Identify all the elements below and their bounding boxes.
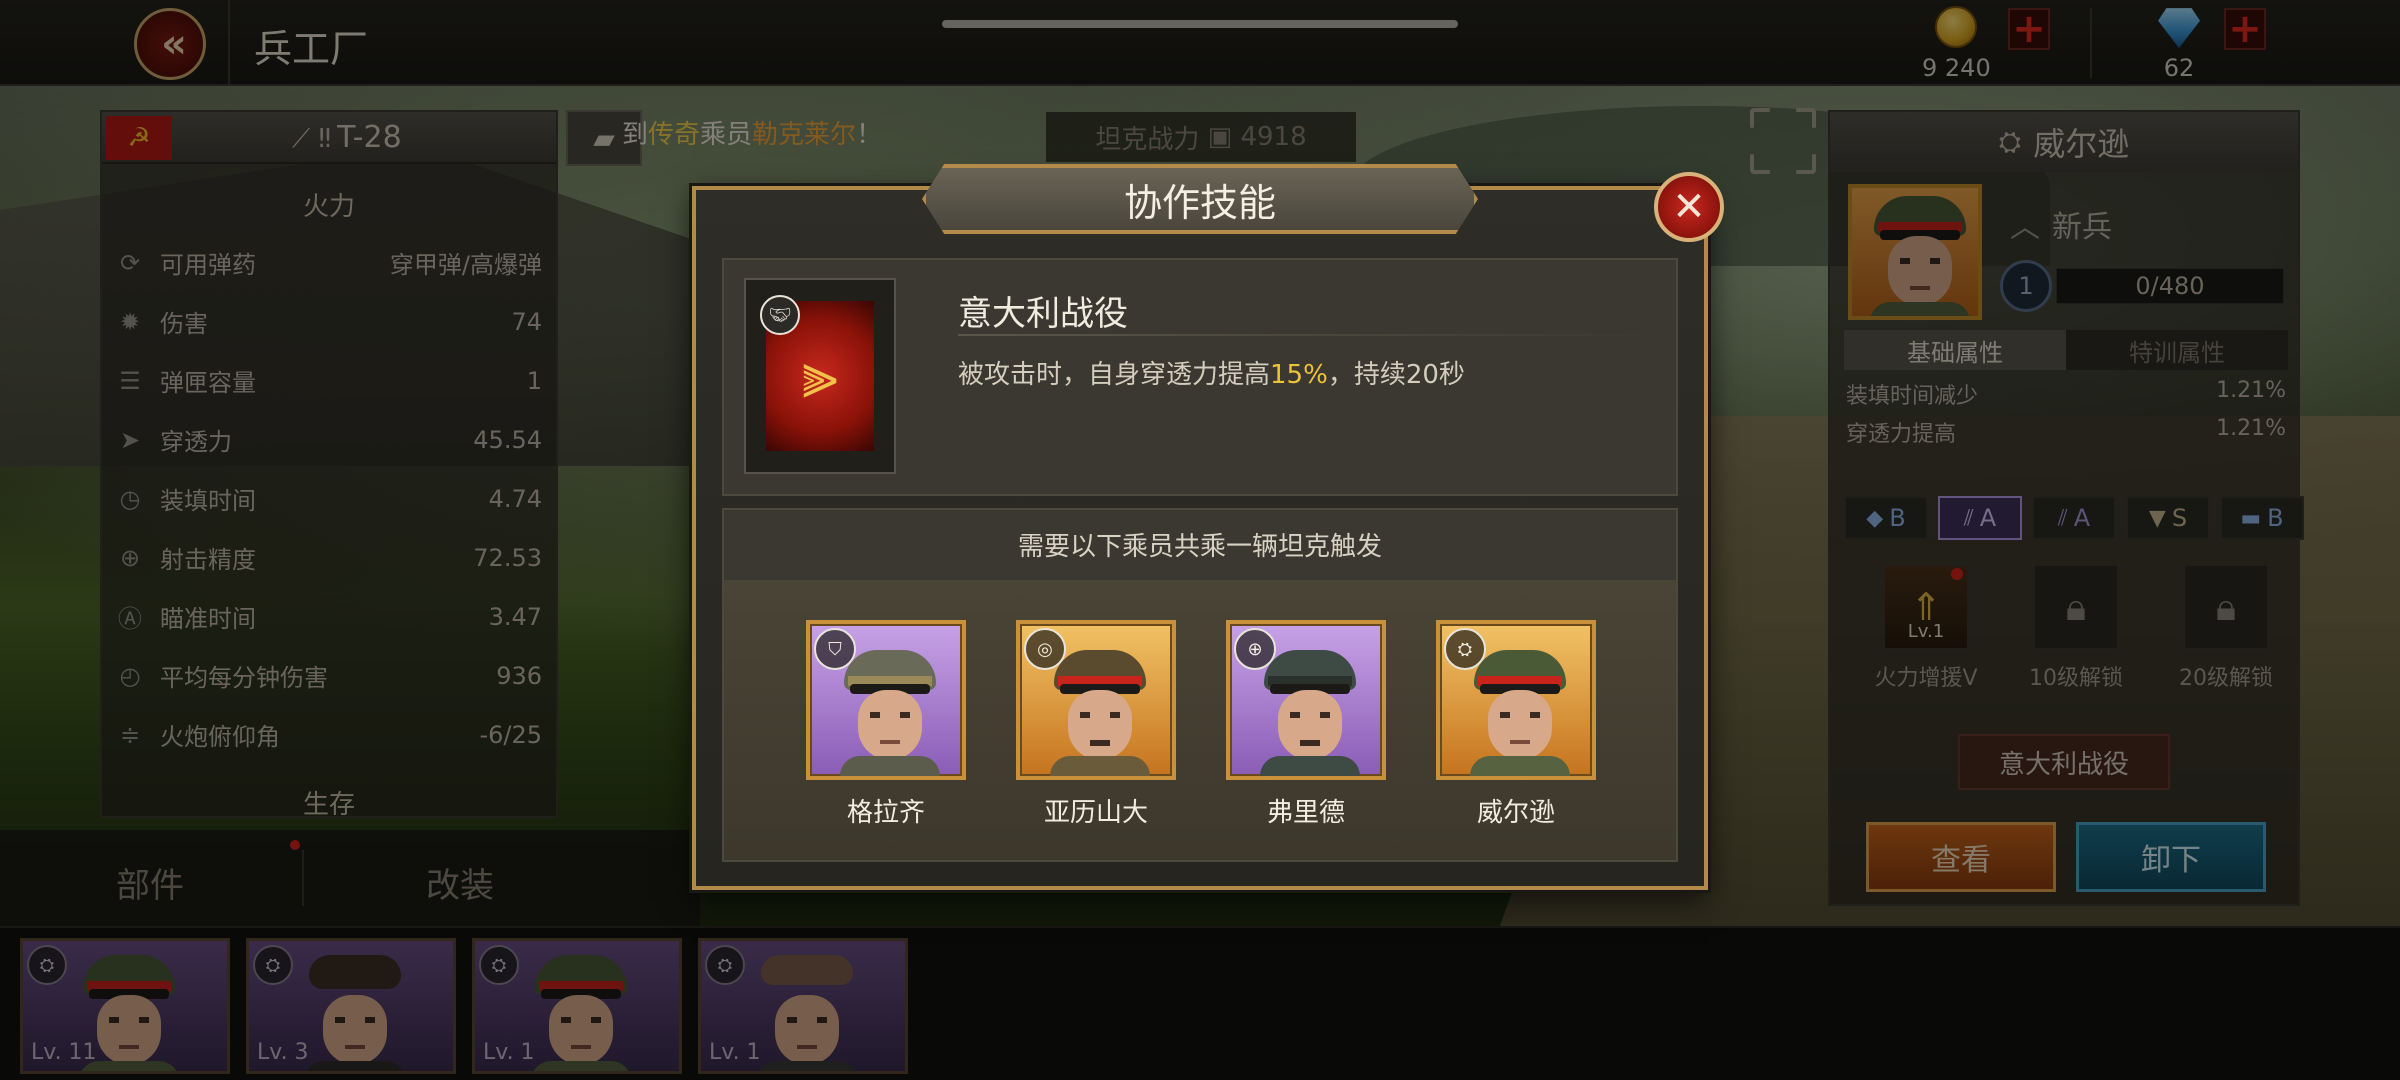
handshake-icon: 🤝︎ [760, 295, 800, 335]
close-button[interactable]: ✕ [1654, 172, 1724, 242]
commander-role-icon: ⛉ [814, 628, 856, 670]
required-crew-member[interactable]: ⊕ 弗里德 [1226, 620, 1386, 829]
required-crew-member[interactable]: ⛭ 威尔逊 [1436, 620, 1596, 829]
italian-campaign-skill-icon: 🤝︎ ⫸ [760, 295, 874, 451]
skill-divider [958, 334, 1658, 336]
gunner-role-icon: ◎ [1024, 628, 1066, 670]
skill-info-box: 🤝︎ ⫸ 意大利战役 被攻击时，自身穿透力提高15%，持续20秒 [722, 258, 1678, 496]
required-crew-member[interactable]: ◎ 亚历山大 [1016, 620, 1176, 829]
crew-face [1260, 650, 1360, 776]
crew-face [1050, 650, 1150, 776]
crew-portrait: ◎ [1016, 620, 1176, 780]
required-crew-member[interactable]: ⛉ 格拉齐 [806, 620, 966, 829]
crew-portrait: ⊕ [1226, 620, 1386, 780]
skill-description: 被攻击时，自身穿透力提高15%，持续20秒 [958, 360, 1465, 390]
skill-name: 意大利战役 [958, 294, 1128, 334]
crew-face [1470, 650, 1570, 776]
modal-title: 协作技能 [922, 164, 1478, 234]
requirement-text: 需要以下乘员共乘一辆坦克触发 [1017, 532, 1382, 562]
crew-portrait: ⛭ [1436, 620, 1596, 780]
loader-role-icon: ⛭ [1444, 628, 1486, 670]
close-icon: ✕ [1672, 184, 1706, 230]
target-role-icon: ⊕ [1234, 628, 1276, 670]
crew-face [840, 650, 940, 776]
crew-portrait: ⛉ [806, 620, 966, 780]
shells-icon: ⫸ [801, 339, 839, 413]
skill-icon-frame: 🤝︎ ⫸ [744, 278, 896, 474]
required-crew-box: 需要以下乘员共乘一辆坦克触发 ⛉ 格拉齐 ◎ 亚历山大 ⊕ 弗里德 ⛭ 威尔逊 [722, 508, 1678, 862]
